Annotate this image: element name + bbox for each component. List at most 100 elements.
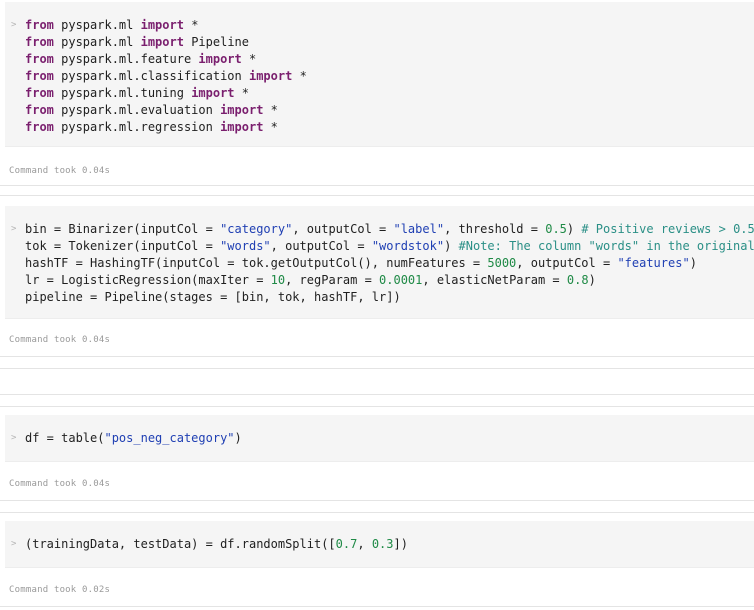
code-line: from pyspark.ml import * bbox=[25, 17, 754, 34]
code-token: "words" bbox=[220, 239, 271, 253]
code-input[interactable]: > df = table("pos_neg_category") bbox=[5, 415, 754, 462]
code-input[interactable]: > bin = Binarizer(inputCol = "category",… bbox=[5, 206, 754, 319]
code-token: hashTF = HashingTF(inputCol = tok.getOut… bbox=[25, 256, 488, 270]
code-token: # Positive reviews > 0.5 thr bbox=[581, 222, 754, 236]
code-editor[interactable]: (trainingData, testData) = df.randomSpli… bbox=[25, 536, 754, 553]
code-token: , bbox=[357, 537, 372, 551]
code-token: pyspark.ml.classification bbox=[53, 69, 249, 83]
code-token: import bbox=[220, 120, 264, 134]
code-line: lr = LogisticRegression(maxIter = 10, re… bbox=[25, 272, 754, 289]
code-line: bin = Binarizer(inputCol = "category", o… bbox=[25, 221, 754, 238]
code-token: Pipeline bbox=[183, 35, 249, 49]
cell-divider bbox=[0, 368, 754, 369]
code-line: tok = Tokenizer(inputCol = "words", outp… bbox=[25, 238, 754, 255]
code-token: pyspark.ml bbox=[53, 35, 141, 49]
code-token: 5000 bbox=[487, 256, 517, 270]
code-token: "category" bbox=[220, 222, 293, 236]
code-token: * bbox=[183, 18, 199, 32]
code-line: from pyspark.ml.tuning import * bbox=[25, 85, 754, 102]
code-token: , regParam = bbox=[285, 273, 380, 287]
cell-divider bbox=[0, 606, 754, 607]
cell-prompt-icon: > bbox=[11, 20, 17, 30]
code-token: df = table( bbox=[25, 431, 105, 445]
code-line: (trainingData, testData) = df.randomSpli… bbox=[25, 536, 754, 553]
code-token: import bbox=[220, 103, 264, 117]
command-status: Command took 0.02s bbox=[9, 585, 111, 595]
code-token: tok = Tokenizer(inputCol = bbox=[25, 239, 221, 253]
code-line: from pyspark.ml import Pipeline bbox=[25, 34, 754, 51]
code-input[interactable]: > from pyspark.ml import * from pyspark.m… bbox=[5, 2, 754, 147]
code-token: * bbox=[292, 69, 307, 83]
code-line: hashTF = HashingTF(inputCol = tok.getOut… bbox=[25, 255, 754, 272]
code-token: * bbox=[241, 52, 257, 66]
code-token: , threshold = bbox=[444, 222, 546, 236]
code-token: from bbox=[25, 103, 54, 117]
code-token: "pos_neg_category" bbox=[104, 431, 235, 445]
code-token: import bbox=[140, 35, 184, 49]
code-editor[interactable]: bin = Binarizer(inputCol = "category", o… bbox=[25, 221, 754, 306]
command-status: Command took 0.04s bbox=[9, 479, 111, 489]
code-token: bin = Binarizer(inputCol = bbox=[25, 222, 221, 236]
cell-prompt-icon: > bbox=[11, 224, 17, 234]
code-token: pyspark.ml.regression bbox=[53, 120, 221, 134]
cell-divider bbox=[0, 500, 754, 501]
code-line: from pyspark.ml.feature import * bbox=[25, 51, 754, 68]
code-token: from bbox=[25, 120, 54, 134]
code-token: pyspark.ml.tuning bbox=[53, 86, 192, 100]
code-token: , outputCol = bbox=[270, 239, 372, 253]
cell-divider bbox=[0, 512, 754, 513]
code-token: 0.5 bbox=[545, 222, 567, 236]
code-token: , elasticNetParam = bbox=[422, 273, 567, 287]
code-line: from pyspark.ml.regression import * bbox=[25, 119, 754, 136]
code-editor[interactable]: from pyspark.ml import * from pyspark.ml … bbox=[25, 17, 754, 136]
code-token: from bbox=[25, 18, 54, 32]
command-status: Command took 0.04s bbox=[9, 166, 111, 176]
code-line: from pyspark.ml.evaluation import * bbox=[25, 102, 754, 119]
code-token: from bbox=[25, 86, 54, 100]
cell-divider bbox=[0, 185, 754, 186]
code-line: df = table("pos_neg_category") bbox=[25, 430, 754, 447]
cell-divider bbox=[0, 406, 754, 407]
code-token: 0.0001 bbox=[379, 273, 423, 287]
code-token: 0.7 bbox=[335, 537, 358, 551]
code-token: ) bbox=[689, 256, 697, 270]
code-token: import bbox=[248, 69, 293, 83]
code-token: from bbox=[25, 69, 54, 83]
cell-divider bbox=[0, 195, 754, 196]
code-token: pyspark.ml.feature bbox=[53, 52, 199, 66]
code-token: #Note: The column "words" in the origina… bbox=[458, 239, 754, 253]
code-token: ) bbox=[588, 273, 596, 287]
code-token: "wordstok" bbox=[371, 239, 445, 253]
code-token: import bbox=[140, 18, 184, 32]
code-token: pipeline = Pipeline(stages = [bin, tok, … bbox=[25, 290, 401, 304]
code-input[interactable]: > (trainingData, testData) = df.randomSp… bbox=[5, 521, 754, 568]
code-token: from bbox=[25, 35, 54, 49]
code-token: * bbox=[263, 120, 278, 134]
code-token: "label" bbox=[393, 222, 445, 236]
code-token: import bbox=[198, 52, 242, 66]
code-token: (trainingData, testData) = df.randomSpli… bbox=[25, 537, 336, 551]
cell-prompt-icon: > bbox=[11, 433, 17, 443]
cell-prompt-icon: > bbox=[11, 539, 17, 549]
code-token: , outputCol = bbox=[516, 256, 618, 270]
code-token: from bbox=[25, 52, 54, 66]
code-token: , outputCol = bbox=[292, 222, 394, 236]
code-token: 0.3 bbox=[371, 537, 394, 551]
cell-divider bbox=[0, 394, 754, 395]
code-token: * bbox=[234, 86, 249, 100]
code-token: 0.8 bbox=[566, 273, 589, 287]
code-token: pyspark.ml bbox=[53, 18, 141, 32]
code-token: "features" bbox=[617, 256, 690, 270]
code-token: ) bbox=[566, 222, 582, 236]
code-token: ]) bbox=[393, 537, 408, 551]
code-token: 10 bbox=[270, 273, 286, 287]
code-editor[interactable]: df = table("pos_neg_category") bbox=[25, 430, 754, 447]
code-token: ) bbox=[234, 431, 242, 445]
code-line: pipeline = Pipeline(stages = [bin, tok, … bbox=[25, 289, 754, 306]
code-token: lr = LogisticRegression(maxIter = bbox=[25, 273, 271, 287]
code-token: import bbox=[191, 86, 235, 100]
code-line: from pyspark.ml.classification import * bbox=[25, 68, 754, 85]
cell-divider bbox=[0, 356, 754, 357]
code-token: pyspark.ml.evaluation bbox=[53, 103, 221, 117]
command-status: Command took 0.04s bbox=[9, 335, 111, 345]
